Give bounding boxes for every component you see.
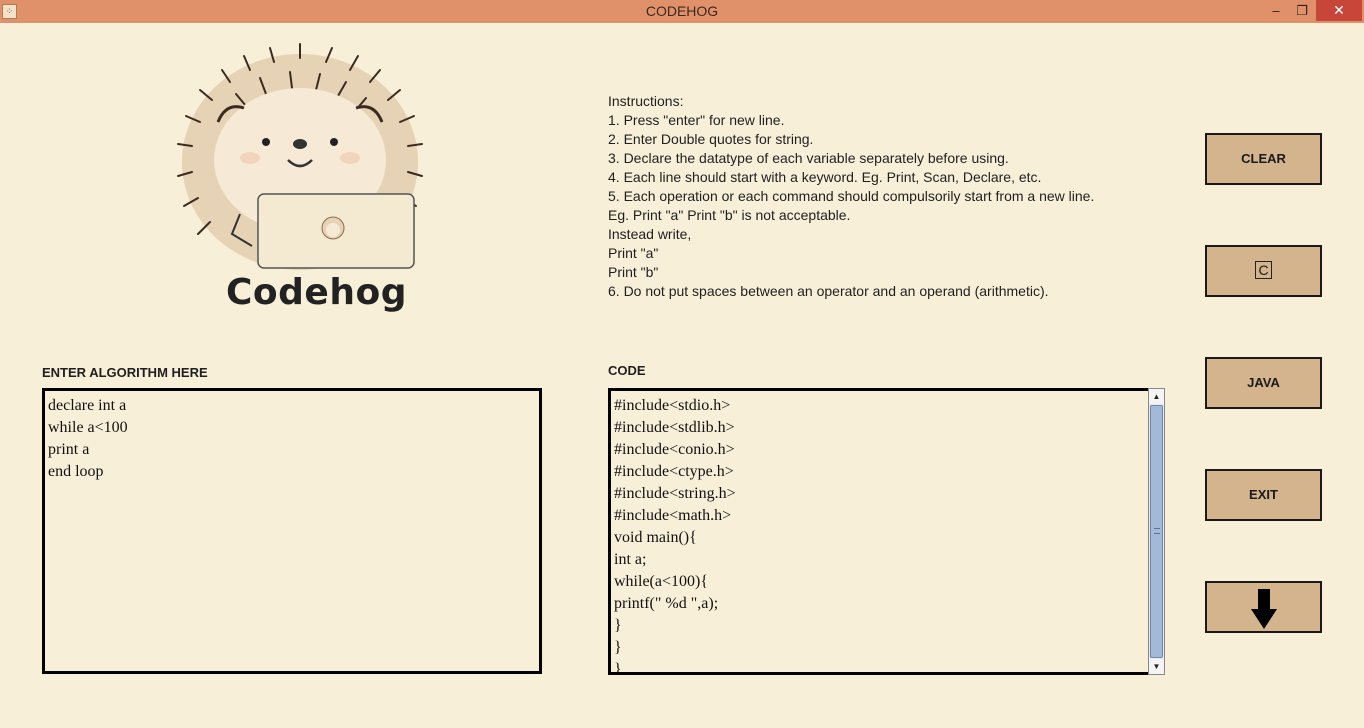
code-line: void main(){ bbox=[614, 529, 697, 546]
instruction-line: 4. Each line should start with a keyword… bbox=[608, 169, 1042, 185]
c-button-label: C bbox=[1255, 261, 1272, 279]
code-line: #include<ctype.h> bbox=[614, 463, 734, 480]
logo-text: Codehog bbox=[226, 272, 407, 313]
instruction-line: Eg. Print "a" Print "b" is not acceptabl… bbox=[608, 207, 851, 223]
code-line: #include<string.h> bbox=[614, 485, 736, 502]
code-line: int a; bbox=[614, 551, 647, 568]
code-line: #include<stdlib.h> bbox=[614, 419, 735, 436]
algorithm-line: declare int a bbox=[48, 397, 127, 414]
instruction-line: 3. Declare the datatype of each variable… bbox=[608, 150, 1009, 166]
instruction-line: 2. Enter Double quotes for string. bbox=[608, 131, 814, 147]
code-output[interactable]: #include<stdio.h> #include<stdlib.h> #in… bbox=[608, 388, 1150, 675]
scroll-up-arrow-icon[interactable]: ▲ bbox=[1149, 389, 1164, 404]
algorithm-line: while a<100 bbox=[48, 419, 128, 436]
algorithm-line: print a bbox=[48, 441, 90, 458]
java-button[interactable]: JAVA bbox=[1205, 357, 1322, 409]
instruction-line: 6. Do not put spaces between an operator… bbox=[608, 283, 1049, 299]
instruction-line: 5. Each operation or each command should… bbox=[608, 188, 1095, 204]
exit-button[interactable]: EXIT bbox=[1205, 469, 1322, 521]
scroll-down-arrow-icon[interactable]: ▼ bbox=[1149, 659, 1164, 674]
instruction-line: Instead write, bbox=[608, 226, 692, 242]
code-line: } bbox=[614, 661, 622, 675]
code-line: #include<conio.h> bbox=[614, 441, 735, 458]
code-line: } bbox=[614, 639, 622, 656]
code-scrollbar[interactable]: ▲ ▼ bbox=[1148, 388, 1165, 675]
code-line: #include<stdio.h> bbox=[614, 397, 731, 414]
grip-icon bbox=[1154, 528, 1160, 534]
algorithm-input[interactable]: declare int a while a<100 print a end lo… bbox=[42, 388, 542, 674]
code-label: CODE bbox=[608, 363, 646, 378]
code-line: while(a<100){ bbox=[614, 573, 709, 590]
down-arrow-icon bbox=[1251, 589, 1277, 629]
code-line: #include<math.h> bbox=[614, 507, 732, 524]
clear-button[interactable]: CLEAR bbox=[1205, 133, 1322, 185]
instruction-line: 1. Press "enter" for new line. bbox=[608, 112, 785, 128]
instruction-line: Instructions: bbox=[608, 93, 684, 109]
title-bar: ⁘ CODEHOG – ❐ ✕ bbox=[0, 0, 1364, 23]
maximize-button[interactable]: ❐ bbox=[1290, 0, 1314, 21]
code-line: printf(" %d ",a); bbox=[614, 595, 719, 612]
instructions-panel: Instructions: 1. Press "enter" for new l… bbox=[608, 92, 1168, 301]
window-title: CODEHOG bbox=[645, 3, 719, 19]
download-button[interactable] bbox=[1205, 581, 1322, 633]
close-button[interactable]: ✕ bbox=[1316, 0, 1362, 21]
instruction-line: Print "b" bbox=[608, 264, 659, 280]
instruction-line: Print "a" bbox=[608, 245, 659, 261]
code-line: } bbox=[614, 617, 622, 634]
algorithm-line: end loop bbox=[48, 463, 104, 480]
algorithm-label: ENTER ALGORITHM HERE bbox=[42, 365, 208, 380]
scroll-thumb[interactable] bbox=[1150, 405, 1163, 658]
c-button[interactable]: C bbox=[1205, 245, 1322, 297]
minimize-button[interactable]: – bbox=[1264, 0, 1288, 21]
